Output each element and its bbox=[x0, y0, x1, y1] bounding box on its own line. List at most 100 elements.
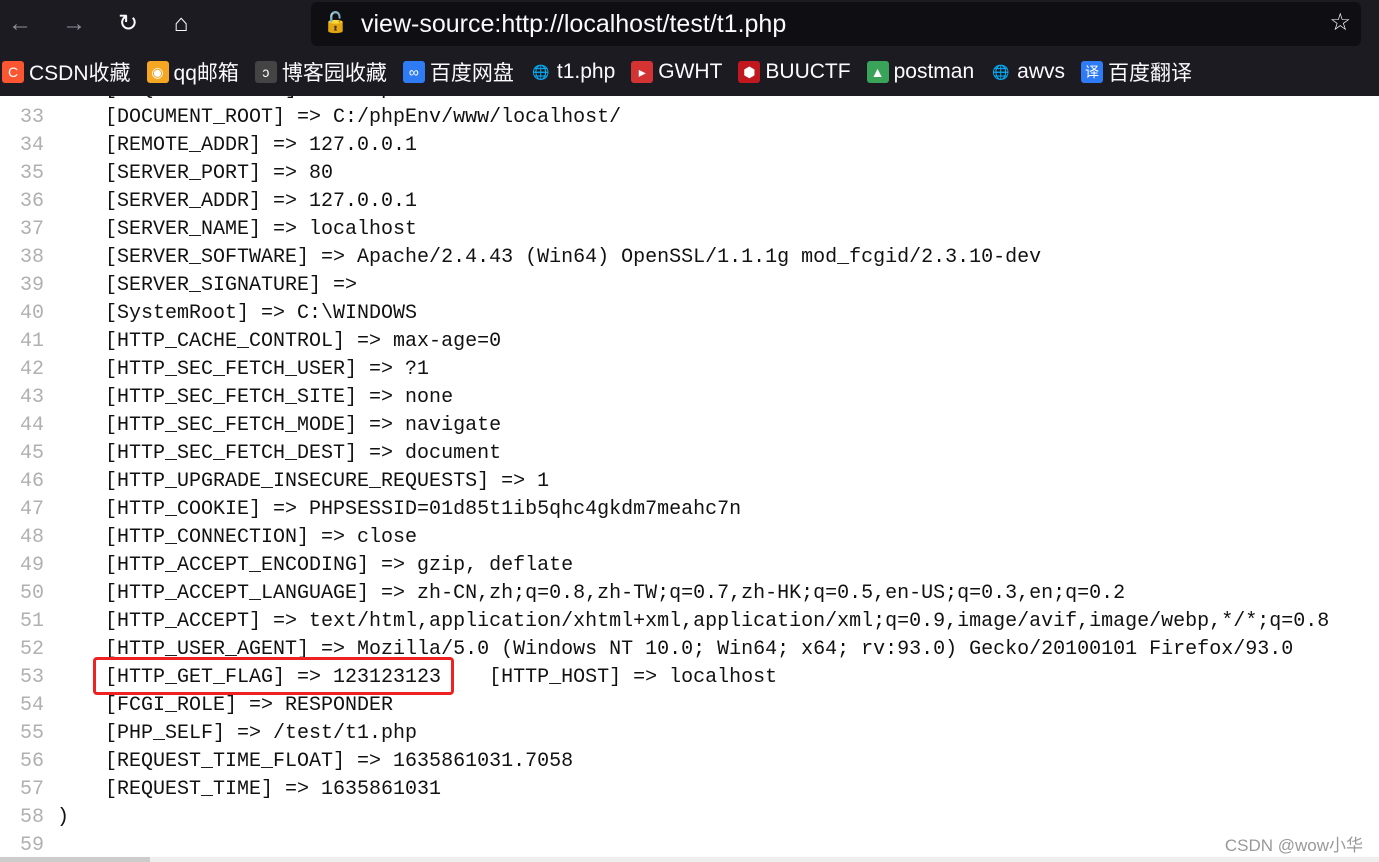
line-code: [HTTP_SEC_FETCH_DEST] => document bbox=[57, 442, 502, 465]
bookmarks-toolbar: C CSDN收藏 ◉ qq邮箱 ↄ 博客园收藏 ∞ 百度网盘 🌐 t1.php ▸ GWHT ⬢ BUUC… bbox=[0, 48, 1379, 96]
source-line: 33 [DOCUMENT_ROOT] => C:/phpEnv/www/loca… bbox=[0, 104, 1379, 132]
bookmark-label: BUUCTF bbox=[765, 60, 851, 83]
bookmark-label: qq邮箱 bbox=[173, 62, 239, 85]
bookmark-label: t1.php bbox=[556, 60, 616, 83]
line-number: 33 bbox=[19, 106, 44, 129]
line-code: [SERVER_ADDR] => 127.0.0.1 bbox=[57, 190, 418, 213]
back-arrow-icon[interactable]: ← bbox=[4, 8, 36, 40]
horizontal-scrollbar[interactable] bbox=[0, 857, 1379, 862]
line-number: 34 bbox=[19, 134, 44, 157]
line-number: 55 bbox=[19, 722, 44, 745]
url-text[interactable]: view-source:http://localhost/test/t1.php bbox=[361, 10, 786, 39]
flag-highlight-box bbox=[93, 657, 454, 695]
line-number: 36 bbox=[19, 190, 44, 213]
line-number: 37 bbox=[19, 218, 44, 241]
bookmark-label: 博客园收藏 bbox=[281, 62, 387, 85]
line-number: 41 bbox=[19, 330, 44, 353]
source-line: 39 [SERVER_SIGNATURE] => bbox=[0, 272, 1379, 300]
bookmark-item[interactable]: 🌐 t1.php bbox=[529, 60, 616, 84]
insecure-lock-icon: 🔓 bbox=[323, 12, 348, 34]
line-number: 50 bbox=[19, 582, 44, 605]
bookmark-item[interactable]: 译百度翻译 bbox=[1081, 57, 1192, 87]
line-number: 53 bbox=[19, 666, 44, 689]
line-number: 39 bbox=[19, 274, 44, 297]
buuctf-icon: ⬢ bbox=[738, 61, 761, 83]
source-line: 50 [HTTP_ACCEPT_LANGUAGE] => zh-CN,zh;q=… bbox=[0, 580, 1379, 608]
line-code: [REQUEST_TIME_FLOAT] => 1635861031.7058 bbox=[57, 750, 574, 773]
line-code: [PHP_SELF] => /test/t1.php bbox=[57, 722, 418, 745]
source-line: 44 [HTTP_SEC_FETCH_MODE] => navigate bbox=[0, 412, 1379, 440]
bookmark-item[interactable]: C CSDN收藏 bbox=[2, 57, 131, 87]
csdn-icon: C bbox=[2, 61, 24, 83]
bookmark-item[interactable]: ▸ GWHT bbox=[631, 60, 722, 84]
home-icon[interactable]: ⌂ bbox=[165, 8, 197, 40]
forward-arrow-icon[interactable]: → bbox=[58, 8, 90, 40]
bookmark-label: 百度翻译 bbox=[1108, 62, 1192, 85]
line-code: [SERVER_SIGNATURE] => bbox=[57, 274, 370, 297]
line-code: [HTTP_SEC_FETCH_MODE] => navigate bbox=[57, 414, 502, 437]
line-code: ) bbox=[57, 806, 70, 829]
source-line: 34 [REMOTE_ADDR] => 127.0.0.1 bbox=[0, 132, 1379, 160]
source-line: 56 [REQUEST_TIME_FLOAT] => 1635861031.70… bbox=[0, 748, 1379, 776]
line-code: [FCGI_ROLE] => RESPONDER bbox=[57, 694, 394, 717]
source-line: 49 [HTTP_ACCEPT_ENCODING] => gzip, defla… bbox=[0, 552, 1379, 580]
line-code: [HTTP_SEC_FETCH_USER] => ?1 bbox=[57, 358, 430, 381]
bookmark-item[interactable]: ◉ qq邮箱 bbox=[146, 57, 239, 87]
line-number: 59 bbox=[19, 834, 44, 857]
source-line: 35 [SERVER_PORT] => 80 bbox=[0, 160, 1379, 188]
source-line: 57 [REQUEST_TIME] => 1635861031 bbox=[0, 776, 1379, 804]
source-line: 46 [HTTP_UPGRADE_INSECURE_REQUESTS] => 1 bbox=[0, 468, 1379, 496]
bookmark-item[interactable]: 🌐 awvs bbox=[990, 60, 1065, 84]
line-code: [HTTP_CACHE_CONTROL] => max-age=0 bbox=[57, 330, 502, 353]
source-line: 54 [FCGI_ROLE] => RESPONDER bbox=[0, 692, 1379, 720]
scrollbar-thumb[interactable] bbox=[0, 857, 150, 862]
source-line: 51 [HTTP_ACCEPT] => text/html,applicatio… bbox=[0, 608, 1379, 636]
bookmark-label: CSDN收藏 bbox=[29, 62, 131, 85]
bookmark-item[interactable]: ∞ 百度网盘 bbox=[402, 57, 514, 87]
line-code: [SERVER_SOFTWARE] => Apache/2.4.43 (Win6… bbox=[57, 246, 1042, 269]
baidu-translate-icon: 译 bbox=[1081, 61, 1103, 83]
bookmark-item[interactable]: ▲ postman bbox=[866, 60, 974, 84]
globe-icon: 🌐 bbox=[990, 61, 1013, 83]
source-line: 40 [SystemRoot] => C:\WINDOWS bbox=[0, 300, 1379, 328]
line-number: 35 bbox=[19, 162, 44, 185]
line-number: 57 bbox=[19, 778, 44, 801]
source-line: 58) bbox=[0, 804, 1379, 832]
line-code: [HTTP_CONNECTION] => close bbox=[57, 526, 418, 549]
source-line: 42 [HTTP_SEC_FETCH_USER] => ?1 bbox=[0, 356, 1379, 384]
line-code: [HTTP_ACCEPT_ENCODING] => gzip, deflate bbox=[57, 554, 574, 577]
line-number: 52 bbox=[19, 638, 44, 661]
source-line: 32 [REQUEST_SCHEME] => http bbox=[0, 96, 1379, 104]
line-code: [HTTP_ACCEPT] => text/html,application/x… bbox=[57, 610, 1330, 633]
source-line: 36 [SERVER_ADDR] => 127.0.0.1 bbox=[0, 188, 1379, 216]
source-line: 59 bbox=[0, 832, 1379, 858]
line-code: [SystemRoot] => C:\WINDOWS bbox=[57, 302, 418, 325]
line-number: 54 bbox=[19, 694, 44, 717]
source-line: 37 [SERVER_NAME] => localhost bbox=[0, 216, 1379, 244]
cnblogs-icon: ↄ bbox=[254, 61, 277, 83]
source-line: 45 [HTTP_SEC_FETCH_DEST] => document bbox=[0, 440, 1379, 468]
address-bar[interactable]: 🔓 view-source:http://localhost/test/t1.p… bbox=[311, 2, 1361, 46]
line-code: [HTTP_ACCEPT_LANGUAGE] => zh-CN,zh;q=0.8… bbox=[57, 582, 1126, 605]
globe-icon: 🌐 bbox=[529, 61, 552, 83]
postman-icon: ▲ bbox=[866, 61, 889, 83]
line-code: [HTTP_UPGRADE_INSECURE_REQUESTS] => 1 bbox=[57, 470, 550, 493]
source-view: 59 58) 57 [REQUEST_TIME] => 1635861031 56 [… bbox=[0, 96, 1379, 858]
line-code: [SERVER_NAME] => localhost bbox=[57, 218, 418, 241]
bookmark-item[interactable]: ↄ 博客园收藏 bbox=[254, 57, 387, 87]
reload-icon[interactable]: ↻ bbox=[112, 8, 144, 40]
source-line: 48 [HTTP_CONNECTION] => close bbox=[0, 524, 1379, 552]
bookmark-label: GWHT bbox=[658, 60, 723, 83]
baidu-netdisk-icon: ∞ bbox=[402, 61, 425, 83]
gwht-icon: ▸ bbox=[631, 61, 654, 83]
line-number: 49 bbox=[19, 554, 44, 577]
bookmark-item[interactable]: ⬢ BUUCTF bbox=[738, 60, 851, 84]
bookmark-star-icon[interactable]: ☆ bbox=[1329, 8, 1351, 37]
qq-mail-icon: ◉ bbox=[146, 61, 169, 83]
source-line: 43 [HTTP_SEC_FETCH_SITE] => none bbox=[0, 384, 1379, 412]
source-line: 41 [HTTP_CACHE_CONTROL] => max-age=0 bbox=[0, 328, 1379, 356]
line-code: [HTTP_COOKIE] => PHPSESSID=01d85t1ib5qhc… bbox=[57, 498, 742, 521]
source-line: 38 [SERVER_SOFTWARE] => Apache/2.4.43 (W… bbox=[0, 244, 1379, 272]
navigation-toolbar: ← → ↻ ⌂ 🔓 view-source:http://localhost/t… bbox=[0, 0, 1379, 48]
line-code: [REMOTE_ADDR] => 127.0.0.1 bbox=[57, 134, 418, 157]
